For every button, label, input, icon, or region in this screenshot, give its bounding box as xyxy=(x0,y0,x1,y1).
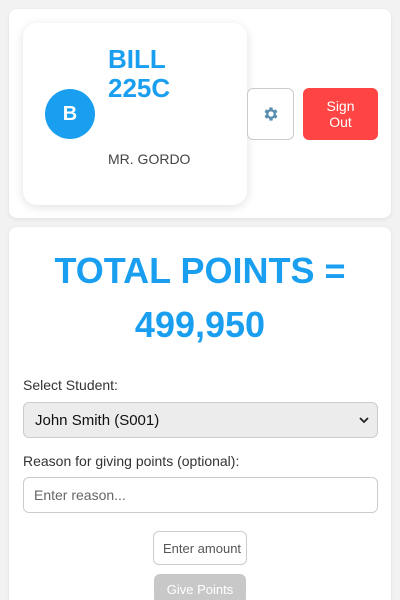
user-name-line2: 225C xyxy=(108,73,171,103)
gear-icon xyxy=(264,107,277,121)
total-points-heading: TOTAL POINTS = xyxy=(54,250,346,291)
points-card: TOTAL POINTS = 499,950 Select Student: J… xyxy=(9,227,391,600)
header-card: B BILL 225C MR. GORDO Sign Out xyxy=(9,9,391,218)
reason-label: Reason for giving points (optional): xyxy=(23,453,240,469)
student-select-value: John Smith (S001) xyxy=(35,411,160,429)
total-points-value: 499,950 xyxy=(134,304,266,345)
student-select-label: Select Student: xyxy=(23,377,118,393)
profile-card: B BILL 225C MR. GORDO xyxy=(23,23,247,205)
reason-input[interactable] xyxy=(23,477,378,513)
settings-button[interactable] xyxy=(247,88,294,140)
amount-input[interactable] xyxy=(153,531,247,565)
user-name: BILL 225C xyxy=(108,45,238,103)
avatar: B xyxy=(45,89,95,139)
sign-out-label: Sign Out xyxy=(326,98,355,130)
total-points-display: TOTAL POINTS = 499,950 xyxy=(9,245,391,351)
user-name-line1: BILL xyxy=(108,44,166,74)
chevron-down-icon xyxy=(359,417,369,424)
give-points-button[interactable]: Give Points xyxy=(154,574,246,600)
student-select[interactable]: John Smith (S001) xyxy=(23,402,378,438)
sign-out-button[interactable]: Sign Out xyxy=(303,88,378,140)
teacher-name: MR. GORDO xyxy=(108,151,191,167)
